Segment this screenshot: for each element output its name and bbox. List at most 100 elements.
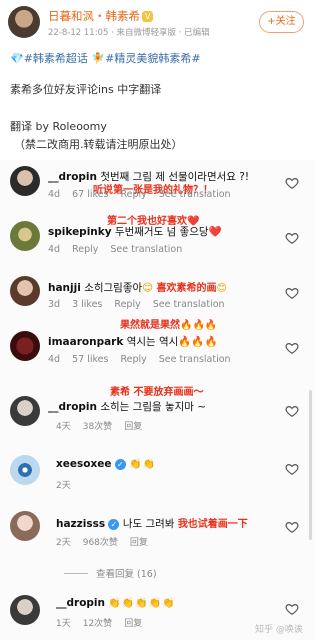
see-translation-link[interactable]: See translation bbox=[159, 354, 231, 365]
smile-icon: 😊 bbox=[142, 282, 154, 294]
comment-time: 1天 bbox=[56, 619, 71, 629]
fairy-icon: 🧚 bbox=[91, 52, 106, 65]
fire-icon: 🔥🔥🔥 bbox=[180, 320, 218, 331]
comment-avatar bbox=[10, 331, 40, 361]
comment-time: 4d bbox=[48, 244, 61, 255]
vip-badge: V bbox=[142, 11, 154, 22]
comment-body: xeesoxee ✓ 👏👏 bbox=[56, 458, 156, 470]
comment-time: 2天 bbox=[56, 538, 71, 548]
heart-icon[interactable] bbox=[285, 602, 299, 616]
post-tags: 💎#韩素希超话 🧚#精灵美貌韩素希# bbox=[10, 50, 201, 66]
comment-likes: 57 likes bbox=[72, 354, 109, 365]
comment-meta: 2天 bbox=[56, 478, 83, 491]
comment-likes: 12次赞 bbox=[82, 619, 113, 629]
comment-meta: 2天 968次赞 回复 bbox=[56, 535, 160, 548]
comment-avatar bbox=[10, 511, 40, 541]
smile-icon: 😊 bbox=[216, 283, 227, 294]
comment-text: 역시는 역시 bbox=[126, 336, 179, 348]
comment-body: __dropin 👏👏👏👏👏 bbox=[56, 597, 176, 609]
comment-username: spikepinky bbox=[48, 226, 112, 238]
reply-link[interactable]: Reply bbox=[114, 299, 140, 310]
verified-badge-icon: ✓ bbox=[108, 519, 120, 530]
comment-meta: 4d 67 likes Reply See translation bbox=[48, 189, 243, 200]
see-translation-link[interactable]: See translation bbox=[153, 299, 225, 310]
comment-username: __dropin bbox=[48, 401, 97, 413]
see-translation-link[interactable]: See translation bbox=[110, 244, 182, 255]
comment-time: 4天 bbox=[56, 422, 71, 432]
view-replies-link[interactable]: 查看回复 (16) bbox=[64, 566, 157, 580]
comment-avatar bbox=[10, 455, 40, 485]
comment-avatar bbox=[10, 396, 40, 426]
reply-link[interactable]: Reply bbox=[120, 354, 146, 365]
comment-likes: 3 likes bbox=[72, 299, 103, 310]
comment-text: 소히는 그림을 놓지마 ~ bbox=[100, 401, 207, 413]
heart-icon[interactable] bbox=[285, 286, 299, 300]
comment-username: __dropin bbox=[56, 597, 105, 609]
reply-link[interactable]: Reply bbox=[72, 244, 98, 255]
diamond-icon: 💎 bbox=[10, 52, 24, 65]
comment-username: hazzisss bbox=[56, 518, 106, 530]
comment-body: __dropin 소히는 그림을 놓지마 ~ bbox=[48, 399, 206, 414]
comment-body: spikepinky 두번째거도 넘 좋으당❤️ bbox=[48, 224, 222, 239]
comment-text: 소히그림좋아 bbox=[84, 282, 143, 294]
heart-icon[interactable] bbox=[285, 231, 299, 245]
comment-likes: 67 likes bbox=[72, 189, 109, 200]
see-translation-link[interactable]: See translation bbox=[159, 189, 231, 200]
comment-meta: 3d 3 likes Reply See translation bbox=[48, 299, 237, 310]
comment-username: xeesoxee bbox=[56, 458, 112, 470]
comment-text: 두번째거도 넘 좋으당 bbox=[114, 226, 209, 238]
comment-avatar bbox=[10, 595, 40, 625]
post-text-line-1: 素希多位好友评论ins 中字翻译 bbox=[10, 83, 162, 96]
fire-icon: 🔥🔥🔥 bbox=[178, 336, 218, 348]
comment-time: 2天 bbox=[56, 481, 71, 491]
comment-meta: 4天 38次赞 回复 bbox=[56, 419, 154, 432]
author-name[interactable]: 日暮和沨・韩素希 V bbox=[48, 8, 154, 24]
translation-annotation: 素希 不要放弃画画～ bbox=[110, 387, 204, 398]
comment-body: imaaronpark 역시는 역시🔥🔥🔥 bbox=[48, 334, 218, 349]
comment-meta: 1天 12次赞 回复 bbox=[56, 616, 154, 629]
comment-meta: 4d 57 likes Reply See translation bbox=[48, 354, 243, 365]
post-text-line-2: 翻译 by Roleoomy bbox=[10, 120, 107, 133]
verified-badge-icon: ✓ bbox=[114, 459, 126, 470]
comment-username: imaaronpark bbox=[48, 336, 124, 348]
reply-link[interactable]: 回复 bbox=[124, 619, 142, 629]
comment-avatar bbox=[10, 221, 40, 251]
post-text-line-3: （禁二改商用.转载请注明原出处） bbox=[14, 138, 183, 151]
scrollbar[interactable] bbox=[309, 390, 312, 540]
clap-icon: 👏👏👏👏👏 bbox=[108, 598, 176, 609]
comment-likes: 968次赞 bbox=[82, 538, 118, 548]
comment-meta: 4d Reply See translation bbox=[48, 244, 194, 255]
heart-icon[interactable] bbox=[285, 404, 299, 418]
comment-time: 4d bbox=[48, 189, 61, 200]
reply-link[interactable]: Reply bbox=[120, 189, 146, 200]
comment-avatar bbox=[10, 276, 40, 306]
topic-link-2[interactable]: #精灵美貌韩素希# bbox=[105, 52, 200, 65]
watermark: 知乎 @唤诶 bbox=[255, 625, 303, 635]
translation-annotation: 喜欢素希的画😊 bbox=[156, 283, 227, 294]
topic-link-1[interactable]: #韩素希超话 bbox=[24, 52, 88, 65]
reply-link[interactable]: 回复 bbox=[130, 538, 148, 548]
follow-button[interactable]: +关注 bbox=[259, 11, 304, 33]
reply-link[interactable]: 回复 bbox=[124, 422, 142, 432]
heart-icon[interactable] bbox=[285, 520, 299, 534]
post-header: 日暮和沨・韩素希 V 22-8-12 11:05 · 来自微博轻享版 · 已编辑 … bbox=[0, 0, 315, 40]
comment-avatar bbox=[10, 166, 40, 196]
comment-likes: 38次赞 bbox=[82, 422, 113, 432]
clap-icon: 👏👏 bbox=[129, 459, 157, 470]
comment-body: hanjji 소히그림좋아😊 喜欢素希的画😊 bbox=[48, 279, 227, 295]
comment-time: 4d bbox=[48, 354, 61, 365]
comment-time: 3d bbox=[48, 299, 61, 310]
comment-username: __dropin bbox=[48, 171, 97, 183]
comment-body: hazzisss ✓ 나도 그려봐 我也试着画一下 bbox=[56, 515, 248, 531]
author-avatar[interactable] bbox=[8, 6, 40, 38]
translation-annotation: 我也试着画一下 bbox=[177, 519, 248, 530]
heart-icon[interactable] bbox=[285, 462, 299, 476]
comment-username: hanjji bbox=[48, 282, 81, 294]
heart-icon[interactable] bbox=[285, 341, 299, 355]
post-meta: 22-8-12 11:05 · 来自微博轻享版 · 已编辑 bbox=[48, 28, 210, 38]
author-name-text: 日暮和沨・韩素希 bbox=[48, 9, 140, 23]
red-heart-icon: ❤️ bbox=[208, 226, 222, 238]
translation-annotation: 果然就是果然🔥🔥🔥 bbox=[120, 320, 218, 331]
comment-text: 나도 그려봐 bbox=[122, 518, 175, 530]
heart-icon[interactable] bbox=[285, 176, 299, 190]
